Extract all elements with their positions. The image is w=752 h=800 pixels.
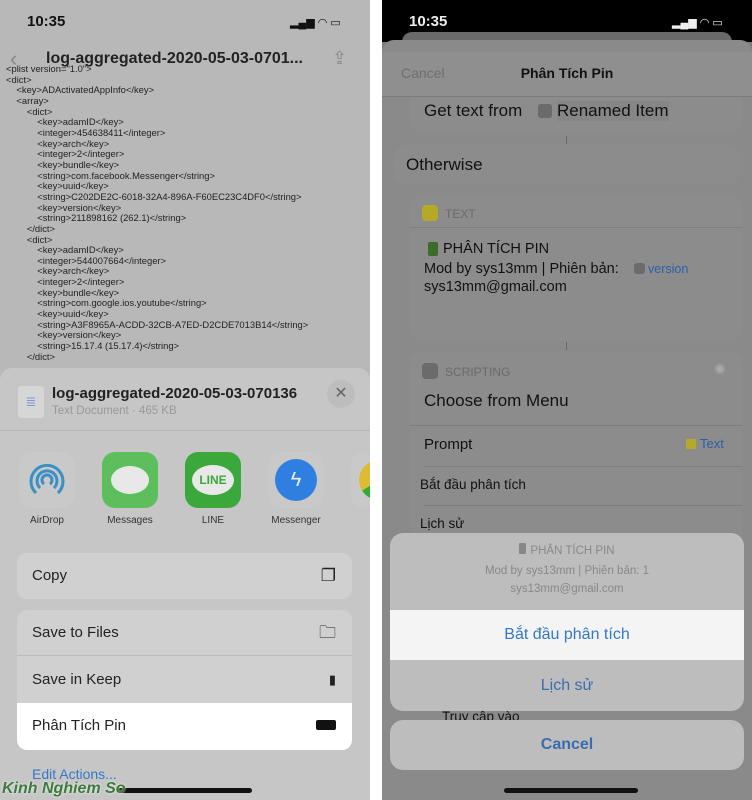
status-time: 10:35 <box>409 13 448 30</box>
get-text-action[interactable]: Get text from Renamed Item <box>410 97 742 133</box>
share-app-messages[interactable]: Messages <box>100 452 160 526</box>
xml-content: <plist version="1.0"> <dict> <key>ADActiv… <box>6 63 308 362</box>
airdrop-icon <box>19 452 75 508</box>
home-indicator <box>118 788 252 793</box>
action-copy[interactable]: Copy ❐ <box>17 553 352 599</box>
home-indicator <box>504 788 638 793</box>
document-icon: ≣ <box>18 386 44 418</box>
status-icons: ▂▄▆ ◠ ▭ <box>290 17 341 29</box>
file-meta: Text Document · 465 KB <box>52 405 177 417</box>
menu-item[interactable]: Bắt đầu phân tích <box>420 477 526 492</box>
text-action-icon <box>422 205 438 221</box>
menu-item[interactable]: Lịch sử <box>420 516 464 531</box>
text-variable-icon <box>686 439 696 449</box>
messenger-icon: ϟ <box>268 452 324 508</box>
option-lich-su[interactable]: Lịch sử <box>390 661 744 711</box>
renamed-item-variable[interactable]: Renamed Item <box>557 101 669 121</box>
share-app-line[interactable]: LINE LINE <box>183 452 243 526</box>
status-time: 10:35 <box>27 13 66 30</box>
xml-line: <plist version="1.0"> <box>6 63 92 74</box>
action-save-to-files[interactable]: Save to Files 🗀 <box>17 610 352 656</box>
connector <box>566 342 567 350</box>
scripting-icon <box>422 363 438 379</box>
bookmark-icon: ▮ <box>328 672 336 687</box>
xml-line: <key>bundle</key> <box>6 158 120 170</box>
loading-spinner-icon: ✺ <box>714 361 726 377</box>
action-phan-tich-pin[interactable]: Phân Tích Pin <box>17 703 352 750</box>
copy-icon: ❐ <box>320 566 336 585</box>
close-icon[interactable]: ✕ <box>327 380 355 408</box>
line-icon: LINE <box>185 452 241 508</box>
share-app-messenger[interactable]: ϟ Messenger <box>266 452 326 526</box>
choose-from-menu-action[interactable]: SCRIPTING ✺ Choose from Menu Prompt Text… <box>410 351 742 551</box>
watermark: Kinh Nghiem So <box>2 780 126 797</box>
xml-line: </dict> <box>6 222 55 234</box>
action-sheet: PHÂN TÍCH PIN Mod by sys13mm | Phiên bản… <box>390 533 744 711</box>
battery-emoji-icon <box>519 543 527 554</box>
action-sheet-cancel-button[interactable]: Cancel <box>390 720 744 770</box>
prompt-text-variable[interactable]: Text <box>700 436 724 451</box>
share-app-airdrop[interactable]: AirDrop <box>17 452 77 526</box>
option-bat-dau-phan-tich[interactable]: Bắt đầu phân tích <box>390 610 744 660</box>
copy-group: Copy ❐ <box>17 553 352 599</box>
otherwise-block: Otherwise <box>394 145 740 185</box>
xml-line: <integer>454638411</integer> <box>6 126 166 138</box>
actions-group: Save to Files 🗀 Save in Keep ▮ Phân Tích P… <box>17 610 352 750</box>
nav-title: Phân Tích Pin <box>520 65 614 81</box>
share-sheet-screen: 10:35 ▂▄▆ ◠ ▭ ‹ log-aggregated-2020-05-0… <box>0 0 370 800</box>
xml-line: <key>ADActivatedAppInfo</key> <box>6 84 155 96</box>
text-action[interactable]: TEXT PHÂN TÍCH PIN Mod by sys13mm | Phiê… <box>410 195 742 341</box>
status-icons: ▂▄▆ ◠ ▭ <box>672 17 723 29</box>
shortcut-editor-screen: 10:35 ▂▄▆ ◠ ▭ Cancel Phân Tích Pin Get t… <box>382 0 752 800</box>
share-app-chrome[interactable]: C <box>349 452 370 526</box>
action-save-in-keep[interactable]: Save in Keep ▮ <box>17 657 352 703</box>
share-icon[interactable]: ⇪ <box>332 48 347 69</box>
action-sheet-title: PHÂN TÍCH PIN <box>390 543 744 557</box>
xml-line: </dict> <box>6 350 55 362</box>
divider <box>0 430 370 431</box>
messages-icon <box>102 452 158 508</box>
file-name: log-aggregated-2020-05-03-070136 <box>52 385 298 402</box>
battery-icon <box>316 720 336 730</box>
variable-icon <box>538 104 552 118</box>
chrome-icon <box>351 452 370 508</box>
xml-line: <string>C202DE2C-6018-32A4-896A-F60EC23C… <box>6 190 302 202</box>
connector <box>566 136 567 144</box>
battery-emoji-icon <box>428 242 438 256</box>
version-variable[interactable]: version <box>648 262 688 276</box>
variable-icon <box>634 263 645 274</box>
folder-icon: 🗀 <box>319 623 336 642</box>
